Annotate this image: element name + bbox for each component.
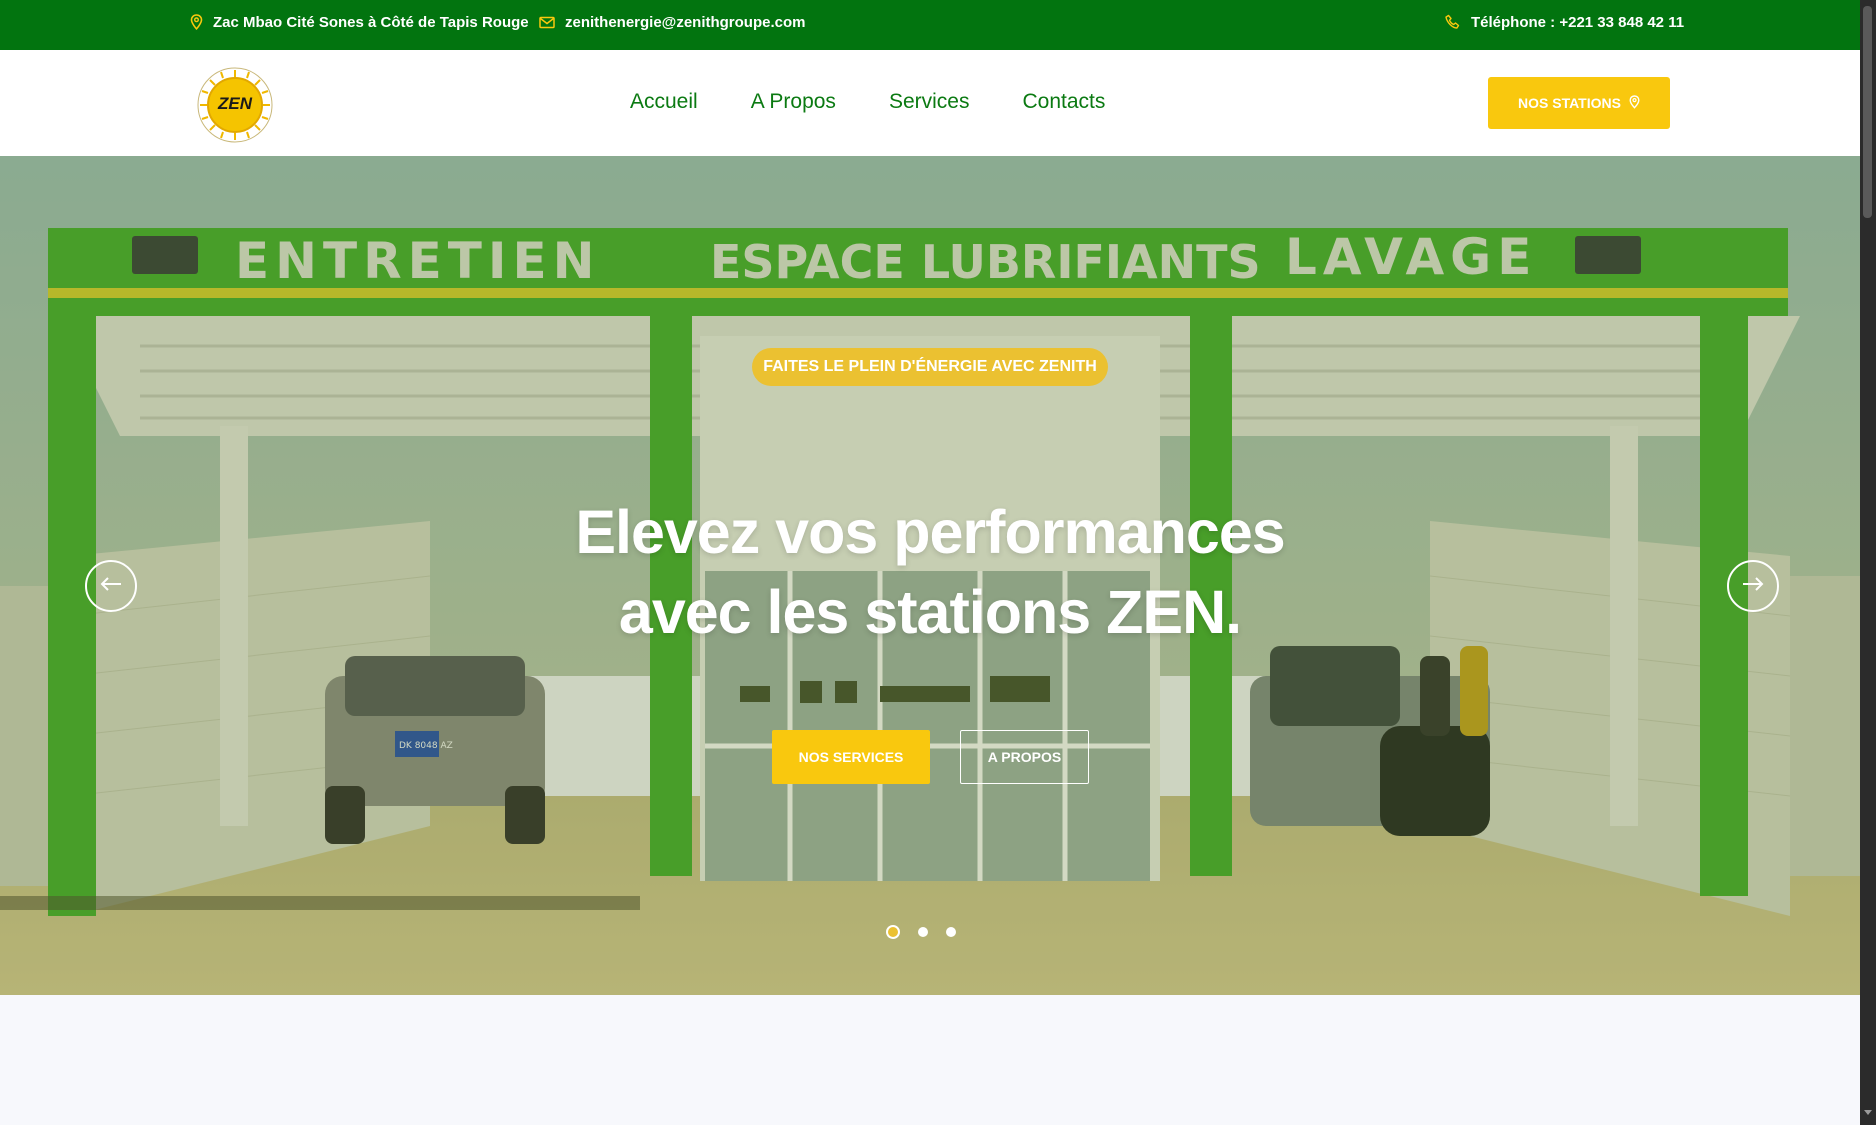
slide-dot-2[interactable] xyxy=(918,927,928,937)
nos-services-button[interactable]: NOS SERVICES xyxy=(772,730,930,784)
nav-accueil[interactable]: Accueil xyxy=(630,90,698,114)
nos-stations-label: NOS STATIONS xyxy=(1518,95,1621,111)
zen-logo[interactable]: ZEN xyxy=(197,67,273,143)
arrow-right-icon xyxy=(1742,576,1764,597)
prev-slide-button[interactable] xyxy=(85,560,137,612)
nav-contacts[interactable]: Contacts xyxy=(1022,90,1105,114)
logo-text: ZEN xyxy=(218,94,252,113)
phone-item[interactable]: Téléphone : +221 33 848 42 11 xyxy=(1445,0,1684,44)
slider-pagination xyxy=(886,925,956,939)
hero-headline-line-2: avec les stations ZEN. xyxy=(618,578,1242,646)
hero-tagline-pill: FAITES LE PLEIN D'ÉNERGIE AVEC ZENITH xyxy=(752,348,1108,386)
scroll-down-arrow-icon[interactable] xyxy=(1864,1110,1872,1115)
nav-services[interactable]: Services xyxy=(889,90,970,114)
arrow-left-icon xyxy=(100,576,122,597)
email-item[interactable]: zenithenergie@zenithgroupe.com xyxy=(539,0,805,44)
slide-dot-1[interactable] xyxy=(886,925,900,939)
next-section xyxy=(0,995,1860,1125)
phone-text[interactable]: Téléphone : +221 33 848 42 11 xyxy=(1471,14,1684,31)
scrollbar-thumb[interactable] xyxy=(1863,6,1872,218)
address-text: Zac Mbao Cité Sones à Côté de Tapis Roug… xyxy=(213,13,529,31)
slide-dot-3[interactable] xyxy=(946,927,956,937)
nos-stations-button[interactable]: NOS STATIONS xyxy=(1488,77,1670,129)
top-contact-bar: Zac Mbao Cité Sones à Côté de Tapis Roug… xyxy=(0,0,1860,50)
hero-headline: Elevez vos performances avec les station… xyxy=(430,492,1430,652)
email-link[interactable]: zenithenergie@zenithgroupe.com xyxy=(565,14,805,31)
mail-icon xyxy=(539,16,555,29)
next-slide-button[interactable] xyxy=(1727,560,1779,612)
main-nav: Accueil A Propos Services Contacts xyxy=(630,50,1158,154)
hero-slider: ENTRETIEN ESPACE LUBRIFIANTS LAVAGE DK 8… xyxy=(0,156,1860,995)
map-pin-icon xyxy=(190,14,203,30)
hero-headline-line-1: Elevez vos performances xyxy=(575,498,1285,566)
page-scrollbar[interactable] xyxy=(1860,0,1876,1125)
address-item: Zac Mbao Cité Sones à Côté de Tapis Roug… xyxy=(190,0,529,44)
nav-a-propos[interactable]: A Propos xyxy=(751,90,836,114)
location-pin-icon xyxy=(1629,94,1640,112)
phone-icon xyxy=(1445,14,1461,30)
site-header: ZEN Accueil A Propos Services Contacts N… xyxy=(0,50,1860,156)
a-propos-button[interactable]: A PROPOS xyxy=(960,730,1089,784)
